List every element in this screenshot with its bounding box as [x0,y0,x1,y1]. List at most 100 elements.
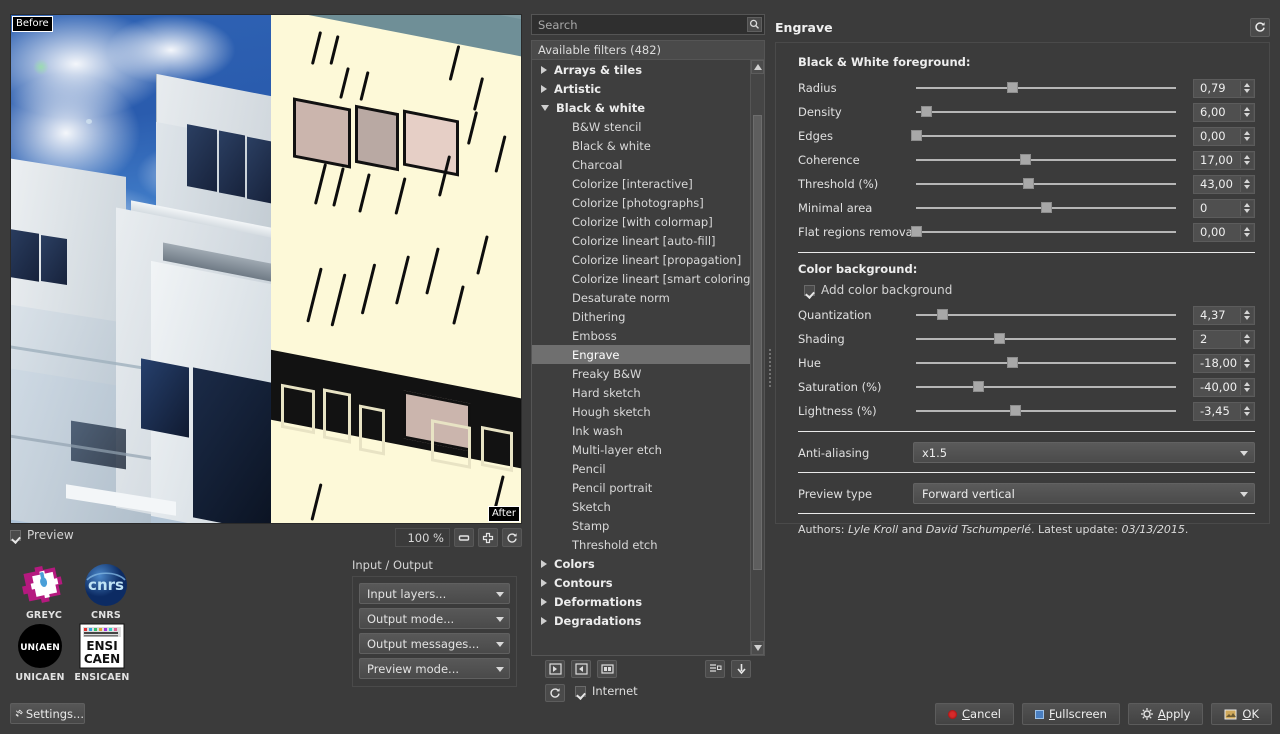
slider-handle[interactable] [1020,154,1032,165]
spinner-up-icon[interactable] [1244,358,1250,362]
scroll-down-button[interactable] [751,641,764,655]
spinner-arrows[interactable] [1240,152,1253,168]
parameter-value-spinner[interactable]: 0,79 [1193,78,1255,98]
filter-item[interactable]: Colorize [with colormap] [532,212,750,231]
parameter-value-spinner[interactable]: 0,00 [1193,126,1255,146]
refresh-filters-button[interactable] [545,684,565,702]
filters-scrollbar[interactable] [750,60,764,655]
spinner-arrows[interactable] [1240,128,1253,144]
slider-handle[interactable] [1007,357,1019,368]
internet-checkbox[interactable]: Internet [575,684,638,698]
rename-fave-button[interactable] [597,660,617,678]
filter-category[interactable]: Arrays & tiles [532,60,750,79]
slider-handle[interactable] [1007,82,1019,93]
parameter-slider[interactable] [916,380,1176,394]
spinner-arrows[interactable] [1240,307,1253,323]
filter-item[interactable]: Ink wash [532,421,750,440]
parameter-slider[interactable] [911,225,1176,239]
download-filters-button[interactable] [731,660,751,678]
parameter-value-spinner[interactable]: 6,00 [1193,102,1255,122]
spinner-up-icon[interactable] [1244,310,1250,314]
filter-item[interactable]: Desaturate norm [532,288,750,307]
spinner-down-icon[interactable] [1244,161,1250,165]
filter-item[interactable]: Colorize [photographs] [532,193,750,212]
spinner-up-icon[interactable] [1244,83,1250,87]
slider-handle[interactable] [973,381,985,392]
anti-aliasing-select[interactable]: x1.5 [913,442,1255,463]
spinner-down-icon[interactable] [1244,340,1250,344]
add-fave-button[interactable] [545,660,565,678]
parameter-slider[interactable] [916,201,1176,215]
filter-item[interactable]: Dithering [532,307,750,326]
search-bar[interactable] [531,14,765,35]
spinner-up-icon[interactable] [1244,107,1250,111]
parameter-slider[interactable] [916,308,1176,322]
scrollbar-thumb[interactable] [753,115,762,570]
slider-handle[interactable] [1009,405,1021,416]
spinner-down-icon[interactable] [1244,316,1250,320]
slider-handle[interactable] [921,106,933,117]
spinner-arrows[interactable] [1240,224,1253,240]
parameter-value-spinner[interactable]: 2 [1193,329,1255,349]
settings-button[interactable]: Settings... [10,703,85,724]
filters-list[interactable]: Available filters (482) Arrays & tiles Ar… [531,40,765,656]
spinner-up-icon[interactable] [1244,203,1250,207]
spinner-down-icon[interactable] [1244,364,1250,368]
preview-mode-combo[interactable]: Preview mode... [359,658,510,679]
expand-collapse-button[interactable] [705,660,725,678]
filter-category[interactable]: Artistic [532,79,750,98]
search-input[interactable] [532,15,764,34]
spinner-up-icon[interactable] [1244,155,1250,159]
spinner-down-icon[interactable] [1244,113,1250,117]
spinner-arrows[interactable] [1240,176,1253,192]
filter-item[interactable]: Charcoal [532,155,750,174]
spinner-arrows[interactable] [1240,379,1253,395]
spinner-arrows[interactable] [1240,104,1253,120]
slider-handle[interactable] [1022,178,1034,189]
parameter-value-spinner[interactable]: 4,37 [1193,305,1255,325]
spinner-down-icon[interactable] [1244,137,1250,141]
spinner-up-icon[interactable] [1244,334,1250,338]
filter-item[interactable]: Colorize lineart [propagation] [532,250,750,269]
zoom-fit-button[interactable] [478,528,498,547]
filter-category[interactable]: Deformations [532,592,750,611]
spinner-down-icon[interactable] [1244,388,1250,392]
spinner-up-icon[interactable] [1244,179,1250,183]
spinner-arrows[interactable] [1240,403,1253,419]
filter-item[interactable]: Multi-layer etch [532,440,750,459]
filter-category[interactable]: Contours [532,573,750,592]
zoom-minus-button[interactable] [454,528,474,547]
filter-category[interactable]: Black & white [532,98,750,117]
parameter-value-spinner[interactable]: -18,00 [1193,353,1255,373]
parameter-slider[interactable] [916,404,1176,418]
spinner-down-icon[interactable] [1244,89,1250,93]
slider-handle[interactable] [1041,202,1052,213]
input-layers-combo[interactable]: Input layers... [359,583,510,604]
filter-item[interactable]: Threshold etch [532,535,750,554]
preview-canvas[interactable]: Before After [10,14,522,524]
filter-category[interactable]: Colors [532,554,750,573]
filter-item[interactable]: Hough sketch [532,402,750,421]
parameter-value-spinner[interactable]: -3,45 [1193,401,1255,421]
spinner-down-icon[interactable] [1244,185,1250,189]
filter-item[interactable]: Colorize lineart [auto-fill] [532,231,750,250]
spinner-arrows[interactable] [1240,355,1253,371]
filter-item[interactable]: Stamp [532,516,750,535]
spinner-down-icon[interactable] [1244,209,1250,213]
cancel-button[interactable]: Cancel [935,703,1014,725]
parameter-slider[interactable] [911,129,1176,143]
parameter-value-spinner[interactable]: 0,00 [1193,222,1255,242]
zoom-reset-button[interactable] [502,528,522,547]
spinner-arrows[interactable] [1240,80,1253,96]
parameter-value-spinner[interactable]: 17,00 [1193,150,1255,170]
search-button[interactable] [747,17,762,32]
remove-fave-button[interactable] [571,660,591,678]
filter-item[interactable]: Sketch [532,497,750,516]
slider-handle[interactable] [911,226,922,237]
preview-checkbox[interactable]: Preview [10,528,74,542]
filter-item[interactable]: Freaky B&W [532,364,750,383]
filter-item[interactable]: B&W stencil [532,117,750,136]
filter-item[interactable]: Pencil portrait [532,478,750,497]
ok-button[interactable]: OK [1211,703,1272,725]
parameter-value-spinner[interactable]: 0 [1193,198,1255,218]
